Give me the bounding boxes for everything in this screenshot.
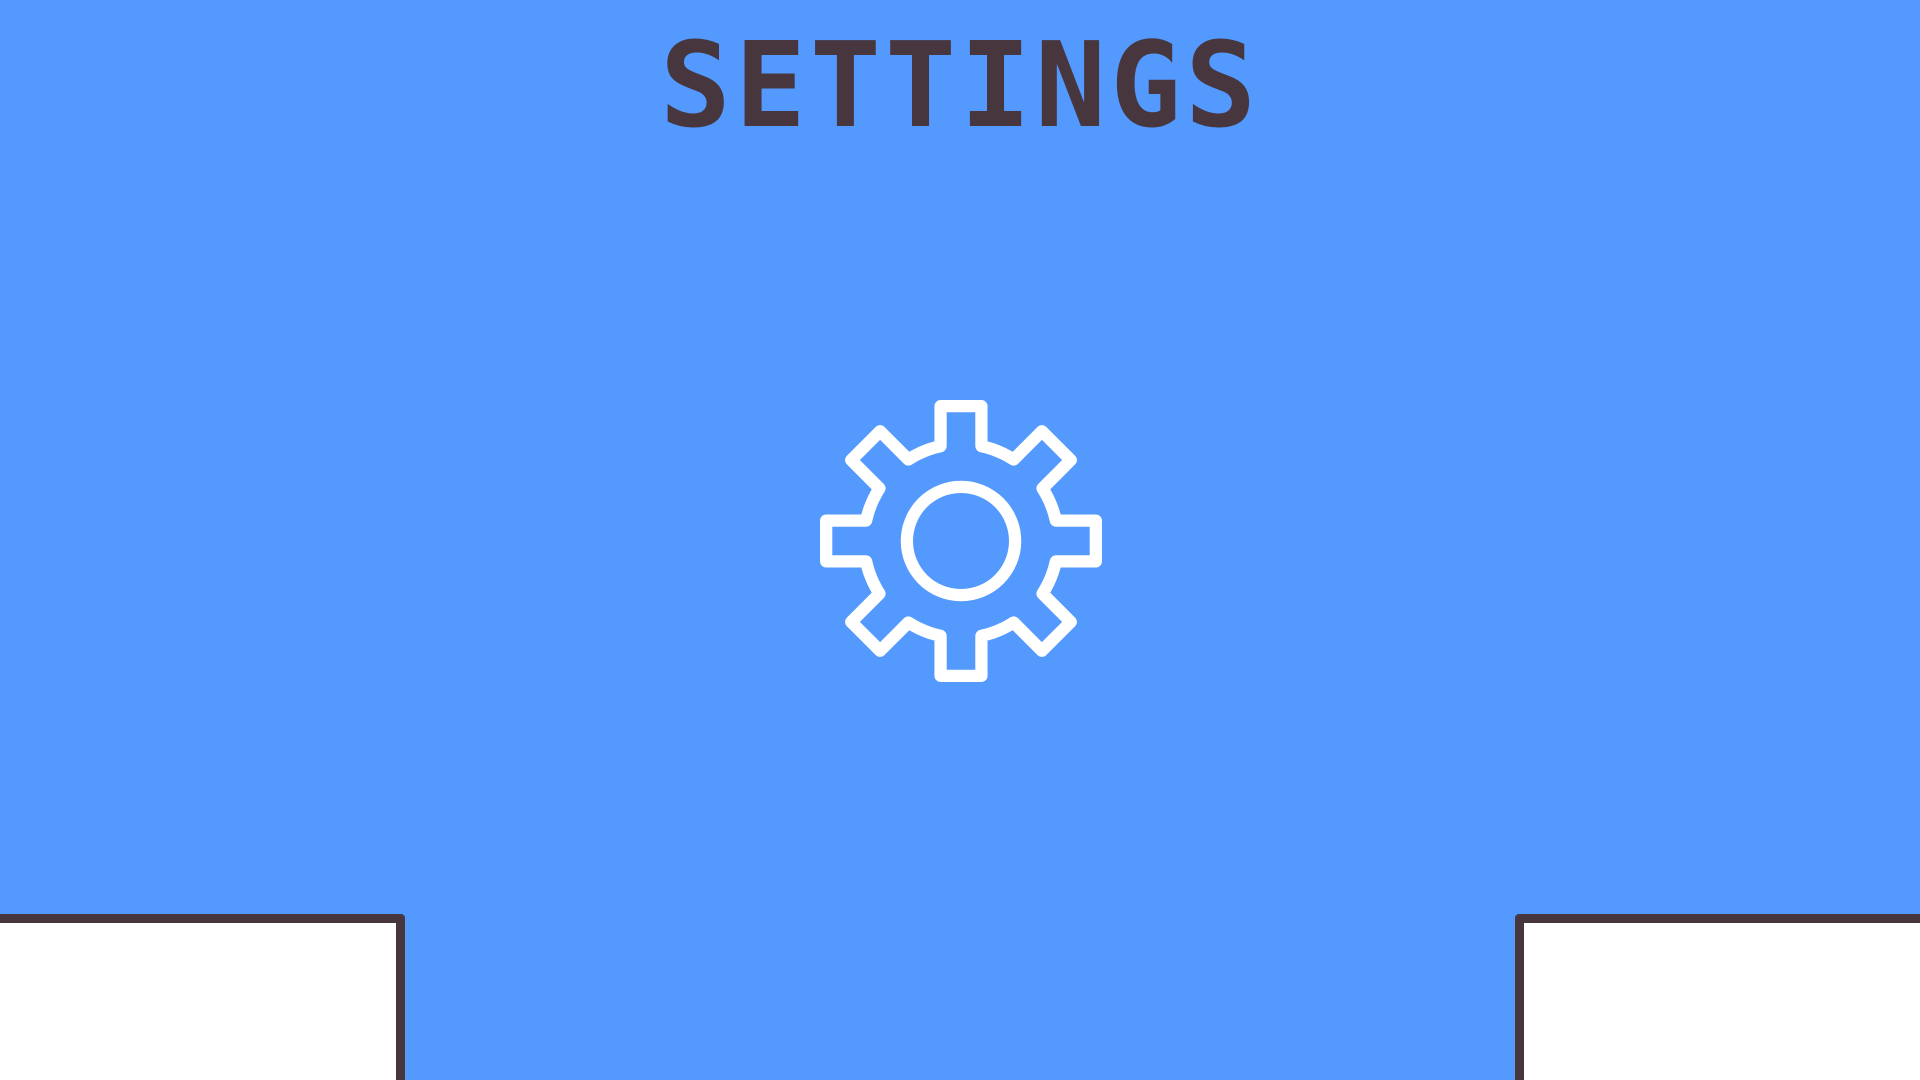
gear-icon[interactable] [818, 398, 1104, 684]
title-bar: SETTINGS [0, 16, 1920, 154]
left-corner-panel[interactable] [0, 914, 405, 1080]
page-title: SETTINGS [659, 16, 1261, 154]
right-corner-panel[interactable] [1515, 914, 1920, 1080]
